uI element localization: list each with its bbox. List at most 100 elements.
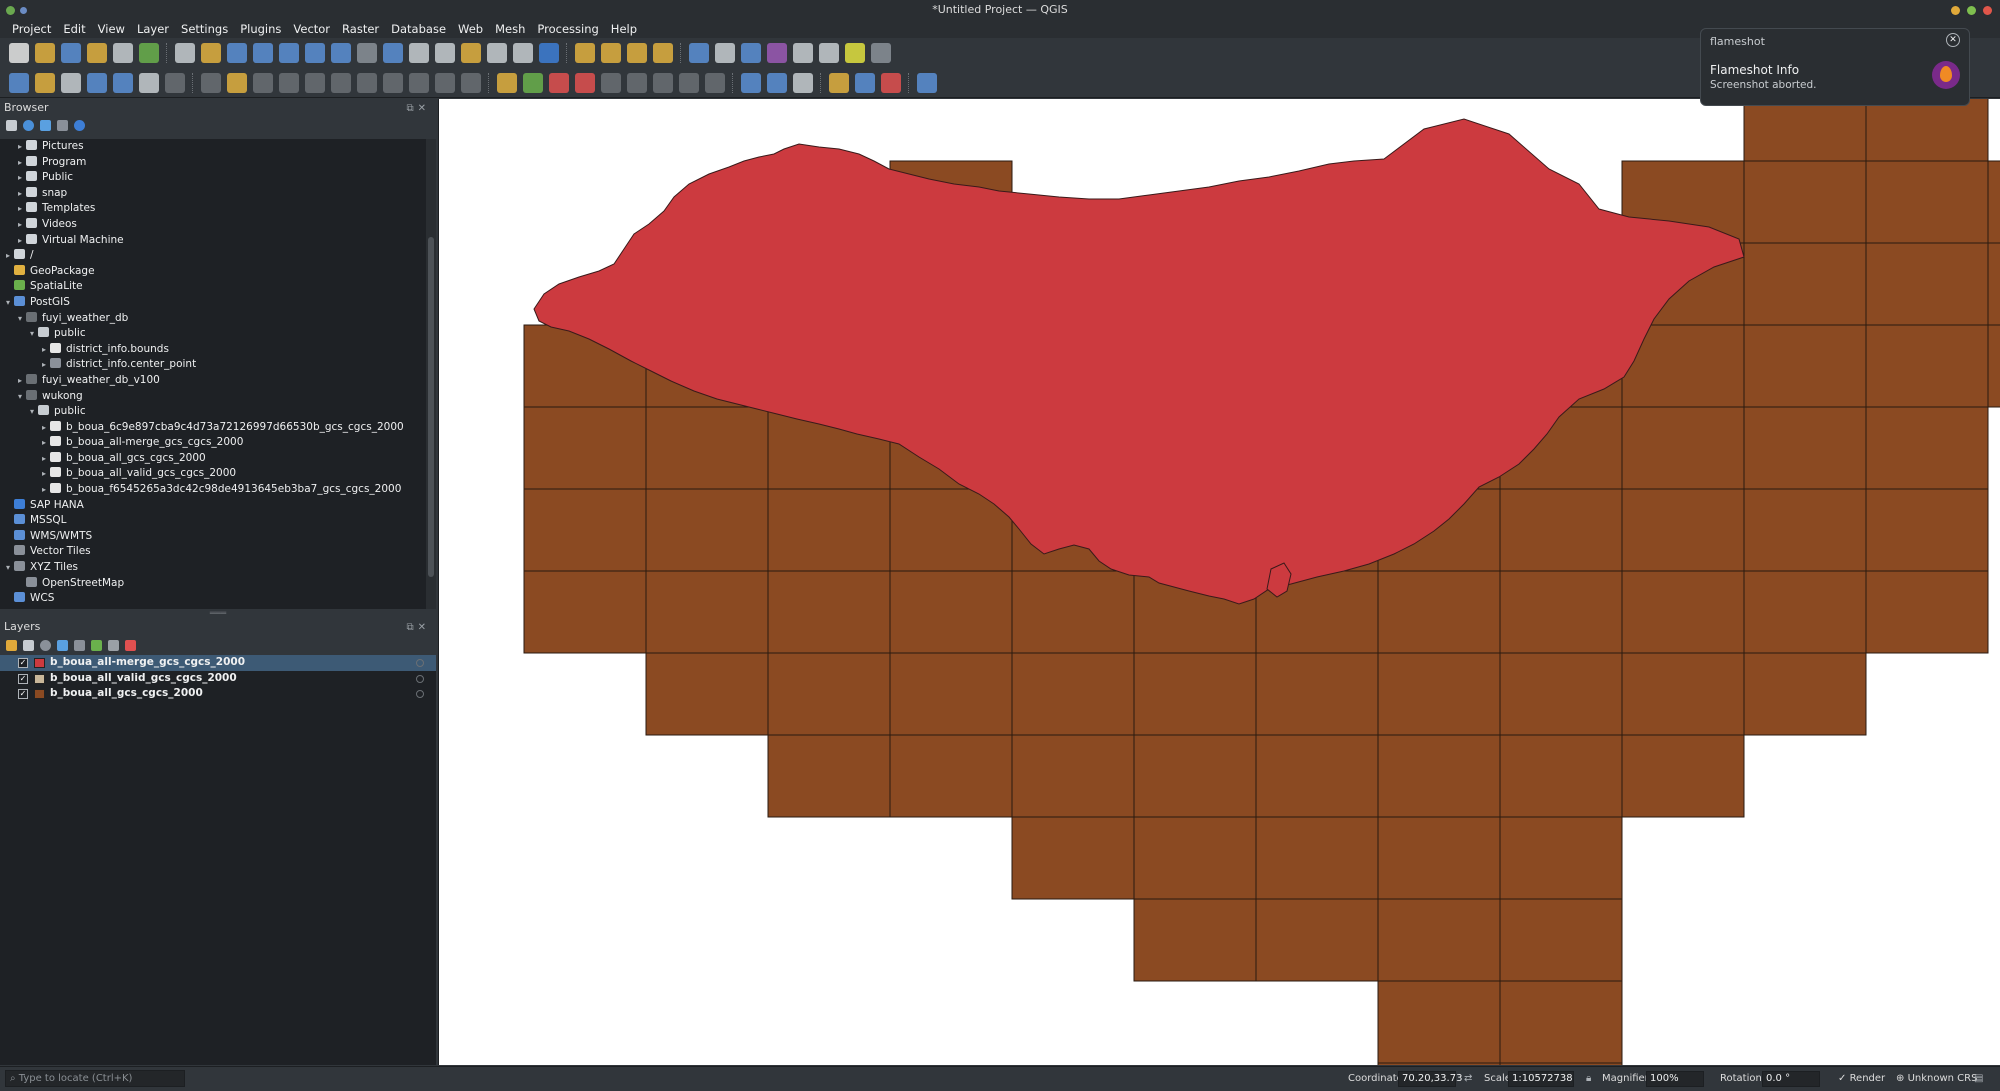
tool-25-icon[interactable] bbox=[627, 72, 647, 93]
tool-17-icon[interactable] bbox=[435, 72, 455, 93]
menu-mesh[interactable]: Mesh bbox=[489, 20, 531, 38]
tool-31-icon[interactable] bbox=[767, 72, 787, 93]
layer-symbol-swatch[interactable] bbox=[34, 689, 45, 699]
browser-item[interactable]: ▸ fuyi_weather_db_v100 bbox=[0, 373, 426, 389]
tool-24-icon[interactable] bbox=[601, 43, 621, 63]
tool-28-icon[interactable] bbox=[705, 72, 725, 93]
browser-item[interactable]: SpatiaLite bbox=[0, 279, 426, 295]
browser-item[interactable]: ▸ b_boua_all_gcs_cgcs_2000 bbox=[0, 451, 426, 467]
tool-28-icon[interactable] bbox=[689, 43, 709, 63]
browser-item[interactable]: GeoPackage bbox=[0, 264, 426, 280]
visibility-icon[interactable] bbox=[40, 639, 51, 651]
browser-item[interactable]: MSSQL bbox=[0, 513, 426, 529]
tool-18-icon[interactable] bbox=[461, 43, 481, 63]
tool-20-icon[interactable] bbox=[513, 43, 533, 63]
tool-10-icon[interactable] bbox=[253, 72, 273, 93]
browser-item[interactable]: ▾ public bbox=[0, 326, 426, 342]
tool-1-icon[interactable] bbox=[35, 43, 55, 63]
tool-5-icon[interactable] bbox=[139, 72, 159, 93]
tool-4-icon[interactable] bbox=[113, 72, 133, 93]
filter-icon[interactable] bbox=[40, 119, 51, 131]
tool-17-icon[interactable] bbox=[435, 43, 455, 63]
expand-arrow-icon[interactable]: ▸ bbox=[38, 342, 50, 358]
tool-13-icon[interactable] bbox=[331, 72, 351, 93]
tool-3-icon[interactable] bbox=[87, 72, 107, 93]
layer-indicator-icon[interactable] bbox=[416, 674, 424, 683]
layer-indicator-icon[interactable] bbox=[416, 690, 424, 698]
menu-processing[interactable]: Processing bbox=[531, 20, 604, 38]
render-checkbox[interactable]: ✓ Render bbox=[1838, 1067, 1885, 1091]
layer-item[interactable]: ✓ b_boua_all-merge_gcs_cgcs_2000 bbox=[0, 655, 436, 671]
tool-18-icon[interactable] bbox=[461, 72, 481, 93]
layer-item[interactable]: ✓ b_boua_all_gcs_cgcs_2000 bbox=[0, 686, 436, 702]
scale-field[interactable]: 1:10572738 bbox=[1508, 1071, 1574, 1087]
browser-item[interactable]: ▾ public bbox=[0, 404, 426, 420]
locator-search-input[interactable]: ⌕ Type to locate (Ctrl+K) bbox=[5, 1070, 185, 1087]
expand-arrow-icon[interactable]: ▸ bbox=[14, 373, 26, 389]
filter-expression-icon[interactable] bbox=[74, 639, 85, 651]
browser-item[interactable]: ▸ Public bbox=[0, 170, 426, 186]
browser-item[interactable]: OpenStreetMap bbox=[0, 576, 426, 592]
tool-14-icon[interactable] bbox=[357, 43, 377, 63]
toggle-extents-icon[interactable]: ⇄ bbox=[1464, 1067, 1472, 1091]
tool-15-icon[interactable] bbox=[383, 72, 403, 93]
browser-item[interactable]: ▸ b_boua_all_valid_gcs_cgcs_2000 bbox=[0, 466, 426, 482]
collapse-arrow-icon[interactable]: ▾ bbox=[26, 404, 38, 420]
browser-item[interactable]: ▾ fuyi_weather_db bbox=[0, 311, 426, 327]
tool-23-icon[interactable] bbox=[575, 72, 595, 93]
expand-arrow-icon[interactable]: ▸ bbox=[14, 217, 26, 233]
browser-item[interactable]: ▸ Virtual Machine bbox=[0, 233, 426, 249]
layer-indicator-icon[interactable] bbox=[416, 659, 424, 667]
tool-9-icon[interactable] bbox=[227, 43, 247, 63]
browser-item[interactable]: ▸ Program bbox=[0, 155, 426, 171]
tool-8-icon[interactable] bbox=[201, 72, 221, 93]
browser-item[interactable]: ▸ district_info.bounds bbox=[0, 342, 426, 358]
menu-raster[interactable]: Raster bbox=[336, 20, 385, 38]
tool-2-icon[interactable] bbox=[61, 72, 81, 93]
maximize-button[interactable] bbox=[1967, 6, 1976, 15]
style-icon[interactable] bbox=[6, 639, 17, 651]
browser-item[interactable]: ▸ b_boua_all-merge_gcs_cgcs_2000 bbox=[0, 435, 426, 451]
magnifier-field[interactable]: 100% bbox=[1646, 1071, 1704, 1087]
browser-item[interactable]: ▸ Videos bbox=[0, 217, 426, 233]
expand-arrow-icon[interactable]: ▸ bbox=[38, 451, 50, 467]
tool-0-icon[interactable] bbox=[9, 43, 29, 63]
tool-8-icon[interactable] bbox=[201, 43, 221, 63]
pin-icon[interactable] bbox=[20, 7, 27, 14]
expand-all-icon[interactable] bbox=[91, 639, 102, 651]
collapse-arrow-icon[interactable]: ▾ bbox=[2, 295, 14, 311]
browser-item[interactable]: ▾ XYZ Tiles bbox=[0, 560, 426, 576]
menu-edit[interactable]: Edit bbox=[57, 20, 91, 38]
tool-22-icon[interactable] bbox=[549, 72, 569, 93]
messages-icon[interactable]: ▤ bbox=[1974, 1067, 1983, 1091]
lock-scale-icon[interactable]: 🔒︎ bbox=[1586, 1067, 1591, 1091]
add-selected-icon[interactable] bbox=[6, 119, 17, 131]
collapse-arrow-icon[interactable]: ▾ bbox=[14, 311, 26, 327]
expand-arrow-icon[interactable]: ▸ bbox=[38, 357, 50, 373]
tool-30-icon[interactable] bbox=[741, 43, 761, 63]
close-window-button[interactable] bbox=[1983, 6, 1992, 15]
tool-12-icon[interactable] bbox=[305, 72, 325, 93]
layer-visibility-checkbox[interactable]: ✓ bbox=[18, 658, 28, 668]
layer-visibility-checkbox[interactable]: ✓ bbox=[18, 689, 28, 699]
menu-vector[interactable]: Vector bbox=[287, 20, 336, 38]
menu-help[interactable]: Help bbox=[605, 20, 643, 38]
tool-11-icon[interactable] bbox=[279, 72, 299, 93]
tool-15-icon[interactable] bbox=[383, 43, 403, 63]
browser-item[interactable]: ▸ Templates bbox=[0, 201, 426, 217]
coordinate-field[interactable]: 70.20,33.73 bbox=[1398, 1071, 1462, 1087]
properties-icon[interactable] bbox=[74, 119, 85, 131]
tool-32-icon[interactable] bbox=[793, 43, 813, 63]
tool-0-icon[interactable] bbox=[9, 72, 29, 93]
minimize-button[interactable] bbox=[1951, 6, 1960, 15]
browser-item[interactable]: WCS bbox=[0, 591, 426, 607]
layer-symbol-swatch[interactable] bbox=[34, 673, 45, 684]
tool-23-icon[interactable] bbox=[575, 43, 595, 63]
browser-scrollbar[interactable] bbox=[426, 139, 436, 609]
tool-16-icon[interactable] bbox=[409, 72, 429, 93]
layer-symbol-swatch[interactable] bbox=[34, 658, 45, 668]
tool-6-icon[interactable] bbox=[165, 72, 185, 93]
browser-item[interactable]: ▸ snap bbox=[0, 186, 426, 202]
tool-29-icon[interactable] bbox=[715, 43, 735, 63]
expand-arrow-icon[interactable]: ▸ bbox=[14, 139, 26, 155]
